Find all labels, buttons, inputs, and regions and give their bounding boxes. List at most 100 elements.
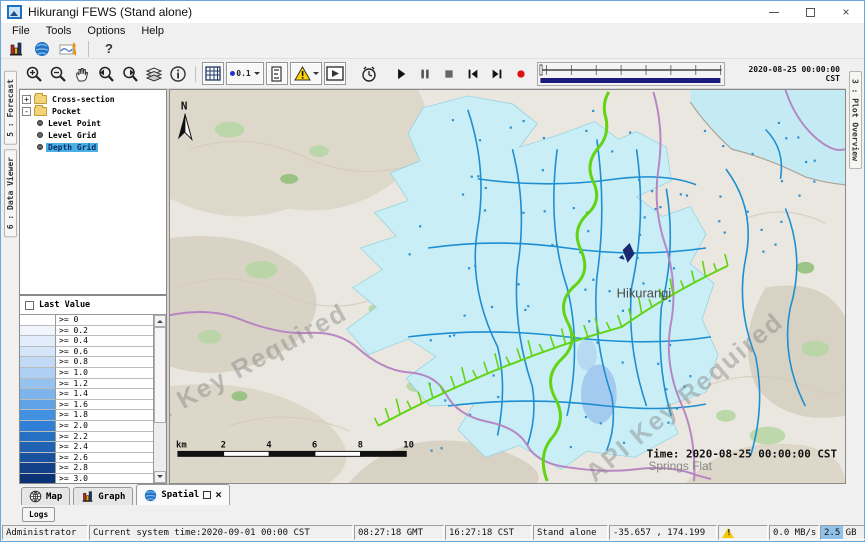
legend-panel: Last Value >= 0>= 0.2>= 0.4>= 0.6>= 0.8>… — [19, 295, 167, 484]
show-grid-button[interactable] — [202, 62, 224, 85]
map-view[interactable]: N API Key Required API Key Required Hiku… — [169, 89, 846, 484]
tree-node-label[interactable]: Pocket — [50, 107, 83, 116]
last-value-checkbox[interactable] — [25, 301, 34, 310]
help-button[interactable]: ? — [99, 40, 119, 58]
skip-end-button[interactable] — [486, 62, 508, 85]
legend-class-label: >= 1.2 — [56, 379, 153, 390]
logs-button[interactable]: Logs — [22, 507, 55, 522]
animation-settings-button[interactable] — [358, 62, 380, 85]
timer-icon — [360, 65, 378, 83]
legend-class-label: >= 2.8 — [56, 463, 153, 474]
legend-row: >= 2.6 — [20, 453, 153, 464]
tab-maximize-icon[interactable] — [203, 491, 211, 499]
tab-graph[interactable]: Graph — [73, 487, 133, 505]
menu-tools[interactable]: Tools — [39, 25, 79, 37]
minimize-icon — [769, 12, 779, 13]
statusbar: AdministratorCurrent system time:2020-09… — [1, 524, 864, 541]
scalebar-tick-label: 10 — [403, 440, 414, 450]
zoom-previous-button[interactable] — [95, 62, 117, 85]
close-button[interactable]: × — [828, 1, 864, 23]
zoom-out-button[interactable] — [47, 62, 69, 85]
skip-start-icon — [465, 66, 481, 82]
status-segment-2: 08:27:18 GMT — [354, 525, 444, 540]
scalebar-tick-label: 6 — [312, 440, 317, 450]
tab-close-icon[interactable]: × — [215, 490, 222, 500]
layers-icon — [145, 65, 163, 83]
legend-scrollbar[interactable] — [153, 315, 166, 483]
tree-expander-icon[interactable]: + — [22, 95, 31, 104]
legend-row: >= 2.8 — [20, 463, 153, 474]
zoom-out-icon — [49, 65, 67, 83]
status-text: 2.5 GB — [824, 528, 857, 538]
left-tabstrip: 5 : Forecast 6 : Data Viewer — [1, 59, 19, 524]
time-slider-track — [538, 63, 724, 85]
tree-node-level-grid[interactable]: Level Grid — [22, 129, 164, 141]
tree-expander-icon[interactable]: - — [22, 107, 31, 116]
pan-button[interactable] — [71, 62, 93, 85]
legend-class-label: >= 0 — [56, 315, 153, 326]
contour-interval-dropdown[interactable]: 0.1 — [226, 62, 264, 85]
legend-class-label: >= 0.6 — [56, 347, 153, 358]
zoom-in-button[interactable] — [23, 62, 45, 85]
record-button[interactable] — [510, 62, 532, 85]
info-button[interactable] — [167, 62, 189, 85]
tree-node-label[interactable]: Level Grid — [46, 131, 98, 140]
pause-icon — [417, 66, 433, 82]
legend-class-label: >= 0.2 — [56, 326, 153, 337]
legend-row: >= 0.2 — [20, 326, 153, 337]
pause-button[interactable] — [414, 62, 436, 85]
legend-class-label: >= 1.6 — [56, 400, 153, 411]
tree-node-label[interactable]: Cross-section — [50, 95, 117, 104]
tab-map[interactable]: Map — [21, 487, 70, 505]
zoom-previous-icon — [96, 65, 116, 83]
globe-blue-icon — [144, 489, 157, 502]
skip-start-button[interactable] — [462, 62, 484, 85]
menu-file[interactable]: File — [5, 25, 37, 37]
stop-icon — [441, 66, 457, 82]
warnings-dropdown[interactable] — [290, 62, 322, 85]
scroll-down-button[interactable] — [154, 471, 166, 483]
arrow-up-icon — [157, 317, 163, 323]
tab-plot-overview[interactable]: 3 : Plot Overview — [849, 71, 862, 169]
stop-button[interactable] — [438, 62, 460, 85]
tab-forecast[interactable]: 5 : Forecast — [4, 71, 17, 145]
scrollbar-thumb[interactable] — [154, 327, 166, 423]
menu-options[interactable]: Options — [80, 25, 132, 37]
tab-data-viewer[interactable]: 6 : Data Viewer — [4, 149, 17, 237]
scale-bar-button[interactable] — [266, 62, 288, 85]
legend-swatch — [20, 442, 56, 453]
tree-node-label[interactable]: Depth Grid — [46, 143, 98, 152]
warning-icon[interactable] — [722, 528, 734, 538]
legend-swatch — [20, 463, 56, 474]
layers-button[interactable] — [143, 62, 165, 85]
scrollbar-track[interactable] — [154, 423, 166, 471]
legend-class-label: >= 2.4 — [56, 442, 153, 453]
tree-node-depth-grid[interactable]: Depth Grid — [22, 141, 164, 153]
tree-node-pocket[interactable]: - Pocket — [22, 105, 164, 117]
play-button[interactable] — [390, 62, 412, 85]
scroll-up-button[interactable] — [154, 315, 166, 327]
legend-row: >= 2.0 — [20, 421, 153, 432]
time-slider[interactable] — [537, 62, 725, 86]
menu-help[interactable]: Help — [134, 25, 171, 37]
bar-chart-icon — [81, 490, 94, 503]
center-column: 0.1 — [19, 59, 846, 524]
tree-node-level-point[interactable]: Level Point — [22, 117, 164, 129]
minimize-button[interactable] — [756, 1, 792, 23]
legend-class-label: >= 1.0 — [56, 368, 153, 379]
leaf-bullet-icon — [37, 144, 43, 150]
maximize-button[interactable] — [792, 1, 828, 23]
legend-class-label: >= 3.0 — [56, 474, 153, 483]
tree-node-cross-section[interactable]: + Cross-section — [22, 93, 164, 105]
longitudinal-profile-button[interactable] — [58, 40, 78, 58]
tree-node-label[interactable]: Level Point — [46, 119, 103, 128]
spatial-display-button[interactable] — [32, 40, 52, 58]
skip-end-icon — [489, 66, 505, 82]
toolbar-separator — [88, 41, 89, 57]
zoom-next-button[interactable] — [119, 62, 141, 85]
app-logo-icon — [7, 5, 22, 19]
tab-spatial[interactable]: Spatial× — [136, 484, 230, 505]
timeseries-dialog-button[interactable] — [6, 40, 26, 58]
interval-dot-icon — [230, 71, 235, 76]
animation-dialog-button[interactable] — [324, 62, 346, 85]
